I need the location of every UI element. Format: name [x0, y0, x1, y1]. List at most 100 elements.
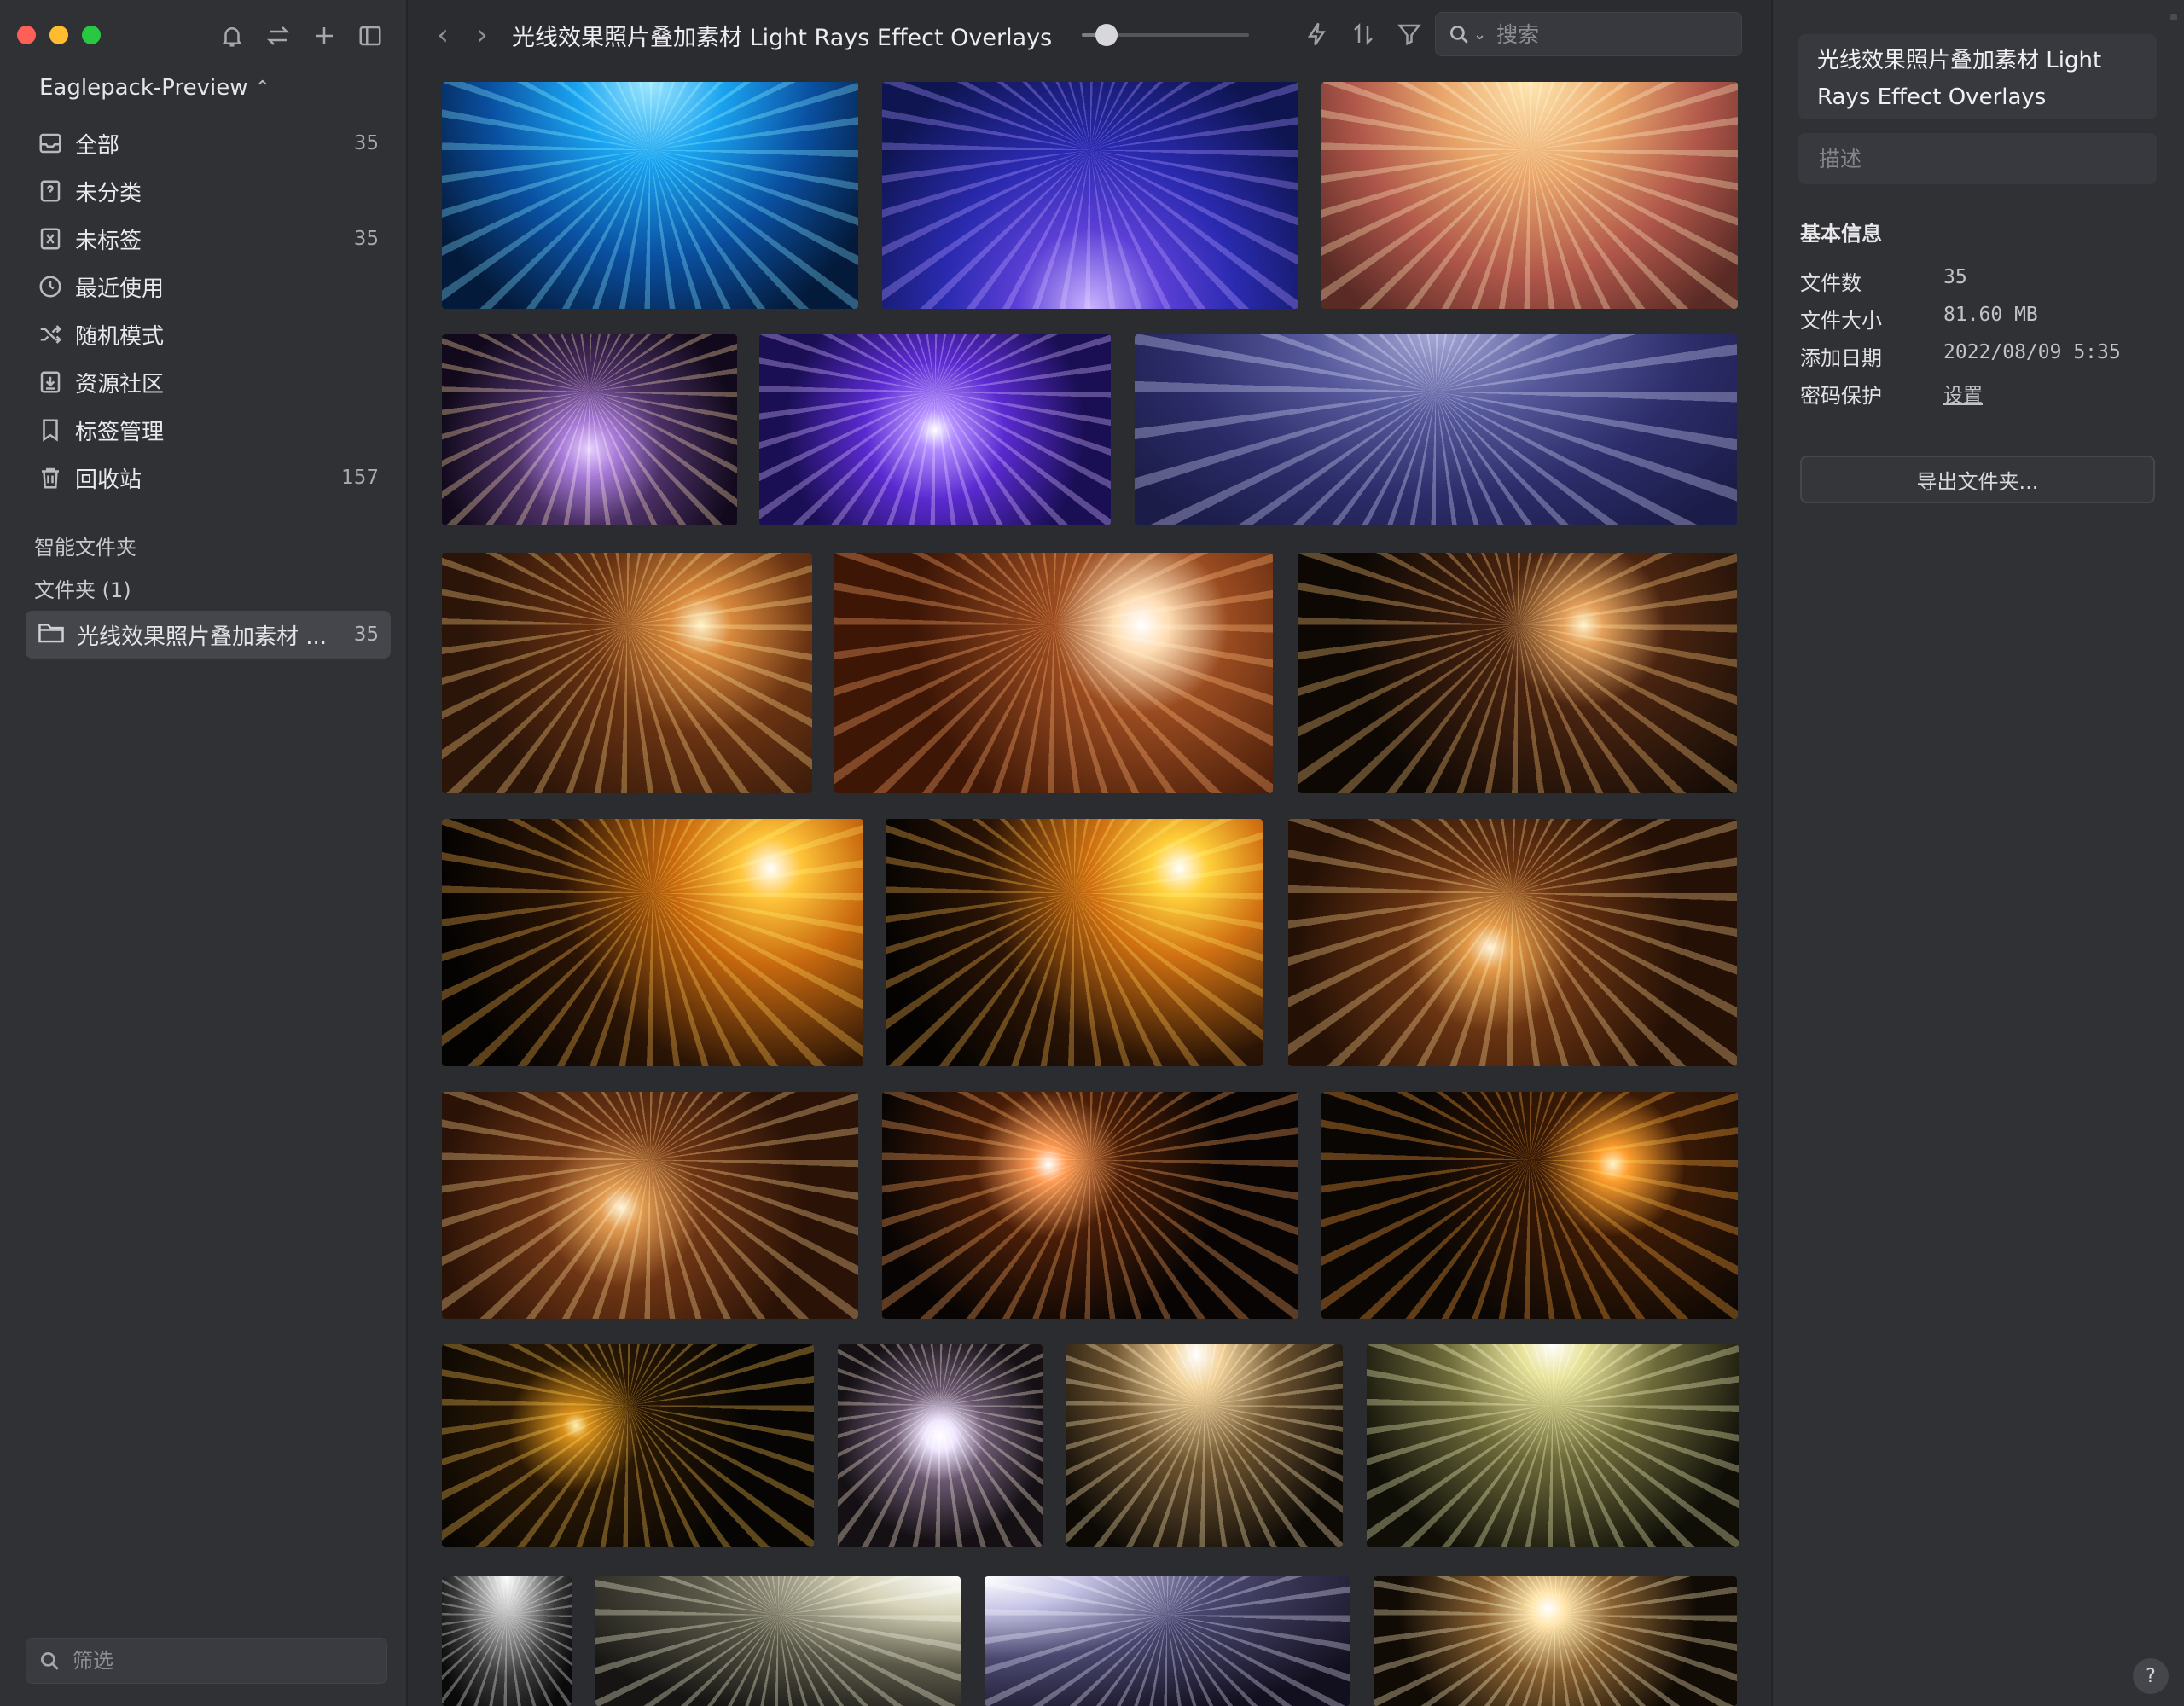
thumbnail[interactable] — [442, 819, 863, 1066]
sidebar-item-community[interactable]: 资源社区 — [26, 358, 391, 406]
light-ray-overlay — [838, 1344, 1043, 1547]
light-ray-overlay — [1367, 1344, 1739, 1547]
basic-info-heading: 基本信息 — [1800, 222, 1882, 246]
thumbnail[interactable] — [595, 1576, 961, 1706]
folder-title-field[interactable]: 光线效果照片叠加素材 Light Rays Effect Overlays — [1798, 34, 2157, 119]
light-ray-overlay — [1298, 553, 1737, 793]
sidebar-folder-active[interactable]: 光线效果照片叠加素材 ... 35 — [26, 611, 391, 659]
question-box-icon — [38, 178, 63, 204]
inspector-panel: 光线效果照片叠加素材 Light Rays Effect Overlays 基本… — [1771, 0, 2184, 1706]
thumbnail[interactable] — [1298, 553, 1737, 793]
thumbnail[interactable] — [442, 1344, 814, 1547]
light-ray-overlay — [1374, 1576, 1737, 1706]
sidebar-item-random[interactable]: 随机模式 — [26, 310, 391, 358]
thumbnail[interactable] — [442, 1092, 858, 1319]
info-value: 2022/08/09 5:35 — [1943, 341, 2121, 363]
thumbnail[interactable] — [882, 82, 1298, 309]
sidebar-toggle-icon[interactable] — [353, 19, 387, 53]
light-ray-overlay — [1321, 1092, 1738, 1319]
light-ray-overlay — [442, 819, 863, 1066]
thumbnail[interactable] — [882, 1092, 1298, 1319]
thumbnail[interactable] — [1321, 1092, 1738, 1319]
sidebar-item-count: 35 — [353, 132, 379, 154]
sidebar-item-label: 未分类 — [75, 180, 142, 206]
thumbnail[interactable] — [759, 334, 1111, 525]
export-folder-button[interactable]: 导出文件夹... — [1800, 456, 2155, 503]
light-ray-overlay — [882, 82, 1298, 309]
folder-icon — [38, 620, 65, 650]
bookmark-icon — [38, 417, 63, 443]
description-input[interactable] — [1817, 145, 2138, 172]
info-key: 密码保护 — [1800, 384, 1882, 408]
thumbnail[interactable] — [442, 334, 737, 525]
thumbnail-grid — [408, 0, 1771, 1706]
plus-icon[interactable] — [307, 19, 341, 53]
untagged-icon — [38, 226, 63, 252]
thumbnail[interactable] — [985, 1576, 1350, 1706]
info-key: 文件大小 — [1800, 309, 1882, 333]
info-row-file-count: 文件数 35 — [1800, 266, 1967, 296]
sidebar-filter[interactable] — [26, 1638, 387, 1684]
description-field[interactable] — [1798, 133, 2157, 184]
sidebar-item-count: 157 — [341, 467, 379, 489]
sidebar-item-count: 35 — [353, 228, 379, 250]
light-ray-overlay — [1066, 1344, 1343, 1547]
password-set-link[interactable]: 设置 — [1943, 379, 1983, 409]
swap-icon[interactable] — [261, 19, 295, 53]
sidebar-item-label: 未标签 — [75, 228, 142, 254]
thumbnail[interactable] — [1135, 334, 1737, 525]
light-ray-overlay — [834, 553, 1273, 793]
light-ray-overlay — [1135, 334, 1737, 525]
info-row-date-added: 添加日期 2022/08/09 5:35 — [1800, 341, 2121, 371]
info-row-file-size: 文件大小 81.60 MB — [1800, 304, 2038, 334]
info-key: 文件数 — [1800, 271, 1862, 295]
thumbnail[interactable] — [442, 1576, 572, 1706]
thumbnail[interactable] — [1066, 1344, 1343, 1547]
sidebar-item-uncategorized[interactable]: 未分类 — [26, 167, 391, 215]
info-value: 35 — [1943, 266, 1967, 288]
filter-input[interactable] — [71, 1648, 364, 1674]
resize-handle[interactable] — [2170, 14, 2177, 20]
close-window-button[interactable] — [17, 26, 36, 44]
thumbnail[interactable] — [442, 553, 812, 793]
sidebar-toolbar — [215, 19, 387, 53]
clock-icon — [38, 274, 63, 299]
sidebar-item-recent[interactable]: 最近使用 — [26, 263, 391, 310]
sidebar-item-label: 资源社区 — [75, 371, 165, 397]
download-box-icon — [38, 369, 63, 395]
sidebar-item-label: 标签管理 — [75, 419, 165, 445]
sidebar-item-all[interactable]: 全部 35 — [26, 119, 391, 167]
sidebar-item-label: 全部 — [75, 132, 120, 159]
window-controls — [17, 26, 101, 44]
main-area: ‹ › 光线效果照片叠加素材 Light Rays Effect Overlay… — [408, 0, 1771, 1706]
info-row-password: 密码保护 设置 — [1800, 379, 1983, 409]
sidebar-item-label: 随机模式 — [75, 323, 165, 350]
thumbnail[interactable] — [1367, 1344, 1739, 1547]
thumbnail[interactable] — [838, 1344, 1043, 1547]
light-ray-overlay — [442, 1576, 572, 1706]
folder-count: 35 — [353, 624, 379, 646]
thumbnail[interactable] — [442, 82, 858, 309]
bell-icon[interactable] — [215, 19, 249, 53]
minimize-window-button[interactable] — [49, 26, 68, 44]
folders-heading[interactable]: 文件夹 (1) — [34, 573, 131, 603]
light-ray-overlay — [442, 1092, 858, 1319]
library-name: Eaglepack-Preview — [39, 75, 248, 101]
sidebar-item-trash[interactable]: 回收站 157 — [26, 454, 391, 502]
sidebar-item-label: 回收站 — [75, 467, 142, 493]
thumbnail[interactable] — [1288, 819, 1737, 1066]
thumbnail[interactable] — [1321, 82, 1738, 309]
sidebar-item-untagged[interactable]: 未标签 35 — [26, 215, 391, 263]
light-ray-overlay — [595, 1576, 961, 1706]
sidebar-item-tags[interactable]: 标签管理 — [26, 406, 391, 454]
smart-folders-heading[interactable]: 智能文件夹 — [34, 531, 136, 560]
light-ray-overlay — [442, 1344, 814, 1547]
zoom-window-button[interactable] — [82, 26, 101, 44]
help-button[interactable]: ? — [2133, 1658, 2169, 1694]
library-switcher[interactable]: Eaglepack-Preview ⌃ — [39, 75, 270, 101]
light-ray-overlay — [985, 1576, 1350, 1706]
thumbnail[interactable] — [834, 553, 1273, 793]
thumbnail[interactable] — [1374, 1576, 1737, 1706]
thumbnail[interactable] — [886, 819, 1263, 1066]
light-ray-overlay — [759, 334, 1111, 525]
